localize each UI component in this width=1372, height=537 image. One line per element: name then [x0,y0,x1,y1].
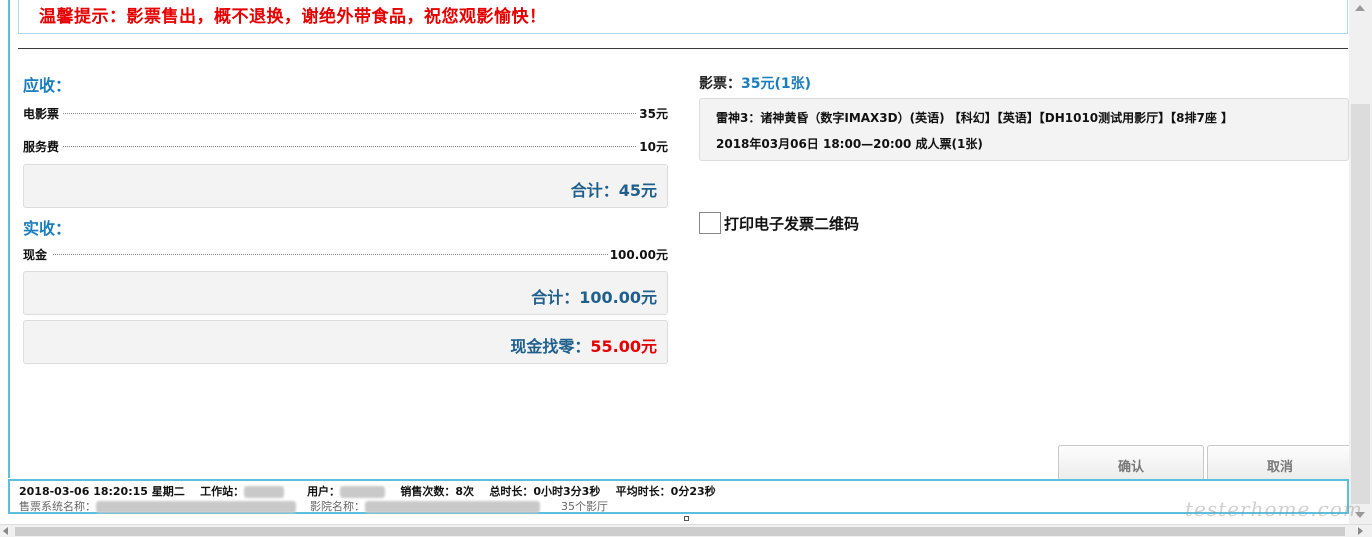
status-row-2: 售票系统名称： 影院名称： 35个影厅 [19,498,608,514]
receivable-item-value: 35元 [637,105,668,122]
status-row-1: 2018-03-06 18:20:15 星期二 工作站： 用户： 销售次数：8次… [19,483,716,499]
status-total-duration: 总时长：0小时3分3秒 [489,485,601,498]
status-workstation-label: 工作站： [200,485,245,498]
ticket-header: 影票：35元(1张) [699,73,811,93]
resize-handle[interactable] [684,516,689,521]
scroll-right-icon[interactable] [1358,527,1363,535]
change-value: 55.00元 [590,337,657,356]
receivable-total: 合计：45元 [571,177,657,201]
watermark-logo: testerhome.com [1185,497,1363,521]
status-user-label: 用户： [307,485,341,498]
status-bar: 2018-03-06 18:20:15 星期二 工作站： 用户： 销售次数：8次… [8,479,1349,514]
ticket-price-summary: 35元(1张) [741,76,812,92]
received-total-value: 100.00元 [579,288,657,307]
receivable-item-value: 10元 [637,138,668,155]
status-avg-duration: 平均时长：0分23秒 [615,485,716,498]
ticket-showtime-info: 2018年03月06日 18:00—20:00 成人票(1张) [716,137,983,151]
cancel-button[interactable]: 取消 [1207,445,1353,481]
leader-dots [63,113,638,114]
status-system-name-label: 售票系统名称： [19,500,96,513]
change-box: 现金找零：55.00元 [23,320,668,364]
receivable-total-value: 45元 [618,181,657,200]
status-cinema-name-label: 影院名称： [310,500,365,513]
receivable-row-ticket: 电影票 35元 [23,105,668,123]
notice-banner: 温馨提示：影票售出，概不退换，谢绝外带食品，祝您观影愉快！ [18,0,1348,34]
status-sales-count: 销售次数：8次 [400,485,475,498]
print-qr-checkbox[interactable] [699,212,721,234]
payment-window: 温馨提示：影票售出，概不退换，谢绝外带食品，祝您观影愉快！ 应收： 电影票 35… [0,0,1372,537]
change-label: 现金找零： [510,337,591,356]
status-hall-count: 35个影厅 [560,500,608,513]
receivable-total-label: 合计： [570,181,619,200]
received-title: 实收： [23,219,72,238]
redacted-system-name [96,501,296,513]
received-total-label: 合计： [531,288,580,307]
received-total: 合计：100.00元 [531,284,657,308]
receivable-total-box: 合计：45元 [23,164,668,208]
vertical-scrollbar[interactable] [1349,0,1372,524]
redacted-workstation [244,486,285,498]
ticket-movie-info: 雷神3：诸神黄昏（数字IMAX3D）(英语) 【科幻】【英语】【DH1010测试… [716,111,1234,125]
received-item-label: 现金 [23,246,50,263]
vertical-scroll-thumb[interactable] [1351,104,1370,504]
received-item-value: 100.00元 [607,246,668,263]
leader-dots [63,146,638,147]
receivable-row-service: 服务费 10元 [23,138,668,156]
received-total-box: 合计：100.00元 [23,271,668,315]
notice-text: 温馨提示：影票售出，概不退换，谢绝外带食品，祝您观影愉快！ [39,7,547,27]
receivable-item-label: 服务费 [23,138,62,155]
redacted-cinema-name [365,501,540,513]
scroll-left-icon[interactable] [3,527,8,535]
change-amount: 现金找零：55.00元 [510,333,657,357]
header-divider [18,48,1348,49]
ticket-label: 影票： [699,76,741,92]
print-qr-label[interactable]: 打印电子发票二维码 [724,213,859,234]
left-frame-border [8,0,10,478]
scroll-up-icon[interactable] [1355,5,1365,11]
ticket-info-box: 雷神3：诸神黄昏（数字IMAX3D）(英语) 【科幻】【英语】【DH1010测试… [699,98,1349,161]
receivable-title: 应收： [23,76,72,95]
horizontal-scroll-thumb[interactable] [15,527,1345,536]
horizontal-scrollbar[interactable] [0,524,1372,537]
leader-dots [53,254,610,255]
status-datetime: 2018-03-06 18:20:15 星期二 [19,485,185,498]
confirm-button[interactable]: 确认 [1058,445,1204,481]
redacted-user [340,486,386,498]
received-row-cash: 现金 100.00元 [23,246,668,264]
receivable-item-label: 电影票 [23,105,62,122]
